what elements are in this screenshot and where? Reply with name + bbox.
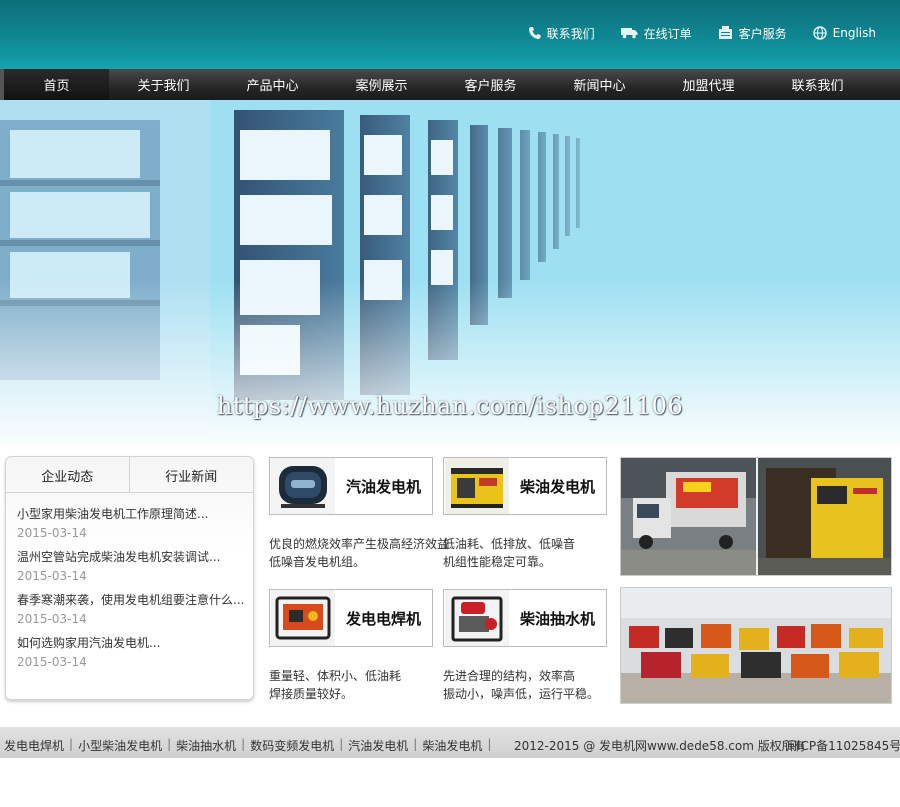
product-description: 先进合理的结构，效率高 振动小，噪声低，运行平稳。 [443, 667, 599, 703]
nav-products[interactable]: 产品中心 [218, 69, 327, 100]
customer-service-label: 客户服务 [738, 26, 787, 41]
news-list: 小型家用柴油发电机工作原理简述... 2015-03-14 温州空管站完成柴油发… [6, 493, 253, 677]
footer-link[interactable]: 发电电焊机 [4, 737, 64, 754]
product-label: 汽油发电机 [345, 477, 421, 496]
product-description: 低油耗、低排放、低噪音 机组性能稳定可靠。 [443, 535, 575, 571]
case-photo-showroom[interactable] [620, 587, 892, 704]
online-order-label: 在线订单 [643, 26, 692, 41]
english-link[interactable]: English [812, 24, 876, 42]
news-title[interactable]: 温州空管站完成柴油发电机安装调试... [17, 548, 253, 565]
product-gasoline-generator[interactable]: 汽油发电机 [269, 457, 433, 515]
footer-separator: | [167, 737, 172, 751]
header-bar: 联系我们 在线订单 客户服务 English [0, 0, 900, 69]
list-item: 如何选购家用汽油发电机... 2015-03-14 [17, 634, 253, 677]
contact-link[interactable]: 联系我们 [528, 24, 595, 42]
news-title[interactable]: 春季寒潮来袭，使用发电机组要注意什么... [17, 591, 253, 608]
footer-separator: | [69, 737, 74, 751]
list-item: 小型家用柴油发电机工作原理简述... 2015-03-14 [17, 505, 253, 548]
product-welding-generator[interactable]: 发电电焊机 [269, 589, 433, 647]
product-diesel-water-pump[interactable]: 柴油抽水机 [443, 589, 607, 647]
nav-about[interactable]: 关于我们 [109, 69, 218, 100]
footer-link[interactable]: 小型柴油发电机 [78, 737, 162, 754]
footer-link[interactable]: 数码变频发电机 [250, 737, 334, 754]
online-order-link[interactable]: 在线订单 [620, 24, 692, 42]
water-pump-image [445, 590, 509, 646]
news-date: 2015-03-14 [17, 612, 87, 626]
nav-cases[interactable]: 案例展示 [327, 69, 436, 100]
footer-separator: | [241, 737, 246, 751]
service-icon [718, 26, 732, 39]
nav-news[interactable]: 新闻中心 [545, 69, 654, 100]
product-desc-line: 振动小，噪声低，运行平稳。 [443, 687, 600, 701]
product-label: 发电电焊机 [345, 609, 421, 628]
product-desc-line: 低噪音发电机组。 [269, 555, 366, 569]
footer-separator: | [487, 737, 492, 751]
footer-bar: 发电电焊机 | 小型柴油发电机 | 柴油抽水机 | 数码变频发电机 | 汽油发电机 | 柴… [0, 727, 900, 758]
welding-generator-image [271, 590, 335, 646]
product-description: 重量轻、体积小、低油耗 焊接质量较好。 [269, 667, 401, 703]
product-desc-line: 优良的燃烧效率产生极高经济效益 [269, 537, 450, 551]
gasoline-generator-image [271, 458, 335, 514]
product-desc-line: 先进合理的结构，效率高 [443, 669, 576, 683]
news-title[interactable]: 小型家用柴油发电机工作原理简述... [17, 505, 253, 522]
icp-number[interactable]: 闽ICP备11025845号 [785, 737, 900, 754]
globe-icon [812, 26, 827, 40]
truck-icon [620, 28, 638, 39]
product-description: 优良的燃烧效率产生极高经济效益 低噪音发电机组。 [269, 535, 449, 571]
contact-link-label: 联系我们 [546, 26, 595, 41]
header-links: 联系我们 在线订单 客户服务 English [528, 24, 900, 42]
product-desc-line: 机组性能稳定可靠。 [443, 555, 552, 569]
news-date: 2015-03-14 [17, 655, 87, 669]
tab-company-news[interactable]: 企业动态 [6, 457, 130, 493]
diesel-generator-image [445, 458, 509, 514]
customer-service-link[interactable]: 客户服务 [718, 24, 787, 42]
news-date: 2015-03-14 [17, 569, 87, 583]
news-title[interactable]: 如何选购家用汽油发电机... [17, 634, 253, 651]
footer-separator: | [339, 737, 344, 751]
footer-separator: | [413, 737, 418, 751]
footer-link[interactable]: 汽油发电机 [348, 737, 408, 754]
news-tabs: 企业动态 行业新闻 [6, 457, 253, 493]
tab-industry-news[interactable]: 行业新闻 [130, 457, 254, 493]
case-photo-trucks[interactable] [620, 457, 892, 576]
footer-link[interactable]: 柴油发电机 [422, 737, 482, 754]
nav-home[interactable]: 首页 [0, 69, 109, 100]
copyright-text: 2012-2015 @ 发电机网www.dede58.com 版权所有 [514, 739, 806, 753]
nav-contact[interactable]: 联系我们 [763, 69, 872, 100]
product-desc-line: 重量轻、体积小、低油耗 [269, 669, 402, 683]
list-item: 温州空管站完成柴油发电机安装调试... 2015-03-14 [17, 548, 253, 591]
news-date: 2015-03-14 [17, 526, 87, 540]
english-label: English [832, 26, 876, 40]
showroom-photo [621, 588, 891, 703]
banner-image: https://www.huzhan.com/ishop21106 [0, 100, 900, 445]
product-label: 柴油发电机 [519, 477, 595, 496]
product-diesel-generator[interactable]: 柴油发电机 [443, 457, 607, 515]
main-nav: 首页 关于我们 产品中心 案例展示 客户服务 新闻中心 加盟代理 联系我们 [0, 69, 900, 100]
product-label: 柴油抽水机 [519, 609, 595, 628]
truck-generator-photo [621, 458, 891, 575]
product-desc-line: 焊接质量较好。 [269, 687, 354, 701]
banner-watermark: https://www.huzhan.com/ishop21106 [216, 392, 684, 420]
footer-links: 发电电焊机 | 小型柴油发电机 | 柴油抽水机 | 数码变频发电机 | 汽油发电机 | 柴… [4, 737, 496, 754]
nav-service[interactable]: 客户服务 [436, 69, 545, 100]
phone-icon [528, 27, 541, 39]
list-item: 春季寒潮来袭，使用发电机组要注意什么... 2015-03-14 [17, 591, 253, 634]
product-desc-line: 低油耗、低排放、低噪音 [443, 537, 576, 551]
nav-join[interactable]: 加盟代理 [654, 69, 763, 100]
news-box: 企业动态 行业新闻 小型家用柴油发电机工作原理简述... 2015-03-14 … [5, 456, 254, 700]
footer-link[interactable]: 柴油抽水机 [176, 737, 236, 754]
